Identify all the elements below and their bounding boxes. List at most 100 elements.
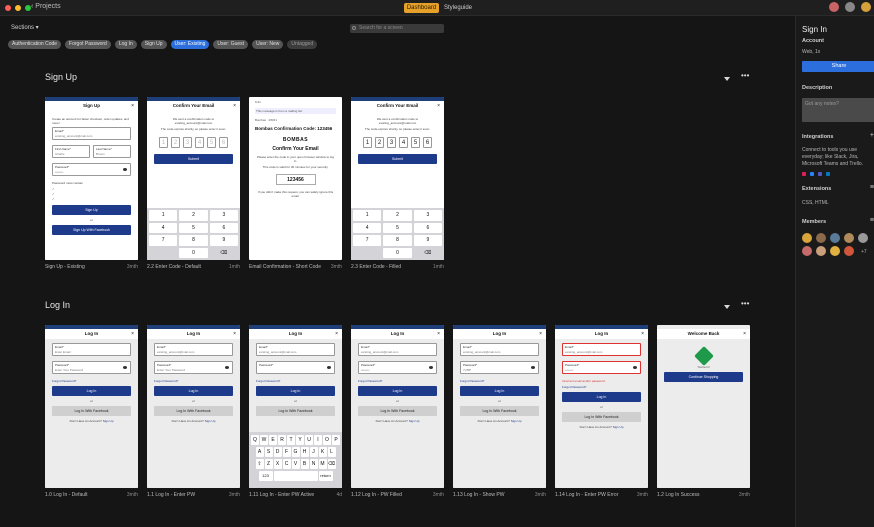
section-title-sign-up: Sign Up bbox=[45, 72, 78, 82]
thumb-text: Sign Up bbox=[102, 419, 114, 423]
eye-icon bbox=[633, 366, 637, 369]
trello-icon[interactable] bbox=[826, 172, 830, 176]
chip-forgot-password[interactable]: Forgot Password bbox=[65, 40, 111, 49]
qwerty-keyboard: QWERTYUIOP ASDFGHJKL ⇧ Z X C V B N M ⌫ 123 return bbox=[249, 432, 342, 488]
chip-untagged[interactable]: Untagged bbox=[287, 40, 318, 49]
thumb-text: Password* bbox=[55, 363, 70, 367]
key: G bbox=[291, 447, 300, 457]
members-settings-icon[interactable]: ≡ bbox=[870, 217, 874, 224]
search-placeholder: Search for a screen bbox=[359, 25, 403, 31]
thumb-text: or bbox=[396, 399, 399, 403]
thumb-text: or bbox=[600, 405, 603, 409]
member-avatar[interactable] bbox=[844, 246, 854, 256]
thumb-text: •••••••• bbox=[565, 368, 574, 372]
thumb-text: Enter Email bbox=[55, 350, 71, 354]
search-input[interactable]: Search for a screen bbox=[350, 24, 444, 33]
member-avatar[interactable] bbox=[830, 246, 840, 256]
thumb-text: Password* bbox=[55, 165, 70, 169]
thumb-text: Log In With Facebook bbox=[562, 412, 641, 422]
screen-thumbnail[interactable]: Confirm Your Email × We sent a confirmati… bbox=[351, 97, 444, 260]
member-avatar[interactable] bbox=[802, 233, 812, 243]
chip-user-new[interactable]: User: New bbox=[252, 40, 284, 49]
code-digit: 4 bbox=[195, 137, 204, 148]
screen-thumbnail[interactable]: Log In × Email* existing_account@mail.com … bbox=[555, 325, 648, 488]
thumb-text: or bbox=[498, 399, 501, 403]
thumb-text: Log In With Facebook bbox=[460, 406, 539, 416]
chip-sign-up[interactable]: Sign Up bbox=[140, 40, 167, 49]
chip-user-guest[interactable]: User: Guest bbox=[213, 40, 249, 49]
user-avatar-icon[interactable] bbox=[829, 2, 839, 12]
thumb-text: 9:41 bbox=[255, 100, 261, 104]
member-avatar[interactable] bbox=[802, 246, 812, 256]
thumb-text: Log In bbox=[154, 386, 233, 396]
screen-caption: Email Confirmation - Short Code bbox=[249, 264, 321, 270]
thumb-text: Forgot Password? bbox=[460, 379, 485, 383]
thumb-text: Continue Shopping bbox=[664, 372, 743, 382]
collapse-section-icon[interactable] bbox=[724, 77, 730, 81]
screen-caption: 2.2 Enter Code - Default bbox=[147, 264, 201, 270]
screen-thumbnail[interactable]: Log In × Email* existing_account@mail.com … bbox=[147, 325, 240, 488]
back-to-projects[interactable]: ‹ Projects bbox=[31, 3, 61, 10]
collapse-section-icon[interactable] bbox=[724, 305, 730, 309]
notes-input[interactable]: Got any notes? bbox=[802, 98, 874, 122]
key: N bbox=[309, 459, 318, 469]
member-avatar[interactable] bbox=[816, 246, 826, 256]
member-avatar[interactable] bbox=[830, 233, 840, 243]
more-members-count[interactable]: +7 bbox=[861, 249, 867, 255]
code-digit: 3 bbox=[183, 137, 192, 148]
section-more-icon[interactable]: ••• bbox=[741, 71, 749, 80]
screen-caption: 1.13 Log In - Show PW bbox=[453, 492, 505, 498]
screen-thumbnail[interactable]: Log In × Email* existing_account@mail.com … bbox=[249, 325, 342, 488]
key: P bbox=[332, 435, 340, 445]
thumb-text: Sign Up bbox=[408, 419, 420, 423]
thumb-text: Password* bbox=[157, 363, 172, 367]
screen-caption: Sign Up - Existing bbox=[45, 264, 85, 270]
member-avatar[interactable] bbox=[858, 233, 868, 243]
account-avatar-icon[interactable] bbox=[861, 2, 871, 12]
thumb-text: Log In bbox=[460, 386, 539, 396]
screen-thumbnail[interactable]: Sign Up × Create an account for faster ch… bbox=[45, 97, 138, 260]
minimize-window-button[interactable] bbox=[15, 5, 21, 11]
thumb-text: BOMBAS bbox=[282, 137, 309, 143]
jira-icon[interactable] bbox=[810, 172, 814, 176]
close-window-button[interactable] bbox=[5, 5, 11, 11]
screen-time: 3mth bbox=[126, 264, 138, 270]
thumb-text: •••••••• bbox=[361, 368, 370, 372]
chip-authentication-code[interactable]: Authentication Code bbox=[8, 40, 62, 49]
screen-thumbnail[interactable]: Log In × Email* existing_account@mail.com … bbox=[351, 325, 444, 488]
key: 4 bbox=[149, 222, 178, 233]
thumb-text: Please enter the code in your open brows… bbox=[256, 155, 335, 163]
add-integration-icon[interactable]: + bbox=[870, 132, 874, 139]
screen-thumbnail[interactable]: Confirm Your Email × We sent a confirmati… bbox=[147, 97, 240, 260]
section-more-icon[interactable]: ••• bbox=[741, 299, 749, 308]
thumb-text: Email* bbox=[55, 345, 64, 349]
thumb-title: Log In bbox=[390, 331, 405, 336]
share-button[interactable]: Share bbox=[802, 61, 874, 72]
code-digit: 6 bbox=[219, 137, 228, 148]
key: K bbox=[318, 447, 327, 457]
member-avatar[interactable] bbox=[844, 233, 854, 243]
screen-thumbnail[interactable]: Log In × Email* existing_account@mail.com … bbox=[453, 325, 546, 488]
teams-icon[interactable] bbox=[818, 172, 822, 176]
extensions-settings-icon[interactable]: ≡ bbox=[870, 184, 874, 191]
key: Q bbox=[251, 435, 259, 445]
key: C bbox=[282, 459, 291, 469]
settings-icon[interactable] bbox=[845, 2, 855, 12]
key: 5 bbox=[383, 222, 412, 233]
screen-thumbnail[interactable]: Log In × Email* Enter Email Password* Enter… bbox=[45, 325, 138, 488]
back-label: Projects bbox=[35, 3, 61, 10]
member-avatar[interactable] bbox=[816, 233, 826, 243]
tab-styleguide[interactable]: Styleguide bbox=[444, 3, 472, 13]
code-digit: 3 bbox=[387, 137, 396, 148]
chip-log-in[interactable]: Log In bbox=[114, 40, 137, 49]
screen-time: 3mth bbox=[432, 492, 444, 498]
slack-icon[interactable] bbox=[802, 172, 806, 176]
tab-dashboard[interactable]: Dashboard bbox=[404, 3, 439, 13]
chip-user-existing[interactable]: User: Existing bbox=[170, 40, 210, 49]
sections-dropdown[interactable]: Sections ▾ bbox=[11, 24, 39, 31]
screen-time: 3mth bbox=[228, 492, 240, 498]
key: 0 bbox=[179, 247, 208, 258]
screen-thumbnail[interactable]: Welcome Back × You're in! Continue Shoppi… bbox=[657, 325, 750, 488]
thumb-text: Password* bbox=[259, 363, 274, 367]
screen-thumbnail[interactable]: 9:41 This message is from a mailing list… bbox=[249, 97, 342, 260]
